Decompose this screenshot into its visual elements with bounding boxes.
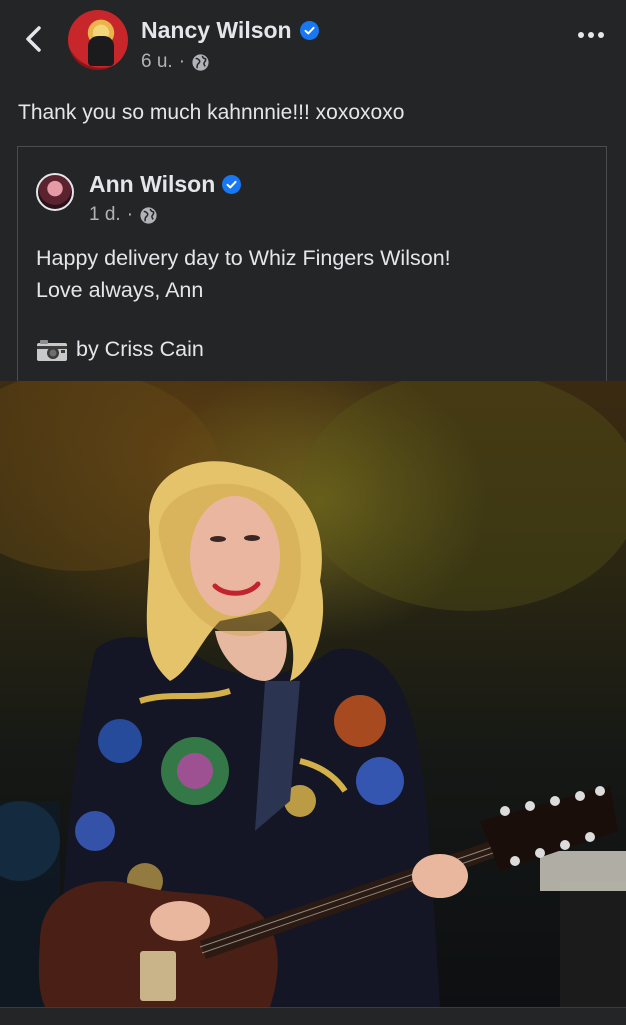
author-name[interactable]: Nancy Wilson: [141, 17, 292, 44]
shared-author-name[interactable]: Ann Wilson: [89, 171, 215, 198]
post-text: Thank you so much kahnnnie!!! xoxoxoxo: [18, 101, 405, 124]
shared-post-line-1: Happy delivery day to Whiz Fingers Wilso…: [36, 246, 451, 270]
shared-author-avatar[interactable]: [36, 173, 74, 211]
shared-post-text: Happy delivery day to Whiz Fingers Wilso…: [36, 242, 451, 306]
chevron-left-icon: [26, 26, 41, 52]
shared-post-meta: 1 d. ·: [89, 204, 158, 226]
globe-icon: [192, 53, 209, 71]
verified-badge-icon: [222, 175, 242, 194]
author-row: Nancy Wilson: [141, 17, 319, 44]
post-time[interactable]: 6 u.: [141, 51, 173, 73]
more-options-icon: [578, 32, 584, 38]
bottom-divider: [0, 1007, 626, 1025]
verified-badge-icon: [299, 21, 319, 40]
post-meta: 6 u. ·: [141, 51, 210, 73]
post-photo[interactable]: [0, 381, 626, 1007]
back-button[interactable]: [20, 22, 48, 56]
shared-post-card[interactable]: Ann Wilson 1 d. · Happy delivery day to …: [17, 146, 607, 381]
author-avatar[interactable]: [68, 10, 128, 70]
performer-illustration: [0, 381, 626, 1007]
globe-icon: [140, 206, 157, 224]
camera-icon: [37, 339, 67, 361]
photo-credit-text: by Criss Cain: [76, 337, 204, 361]
shared-post-time[interactable]: 1 d.: [89, 204, 121, 226]
more-options-button[interactable]: [578, 32, 604, 38]
meta-separator: ·: [126, 204, 134, 225]
photo-credit: by Criss Cain: [36, 337, 204, 362]
shared-post-line-2: Love always, Ann: [36, 278, 204, 302]
shared-author-row: Ann Wilson: [89, 171, 242, 198]
post-header: Nancy Wilson 6 u. ·: [0, 0, 626, 84]
meta-separator: ·: [178, 51, 186, 72]
